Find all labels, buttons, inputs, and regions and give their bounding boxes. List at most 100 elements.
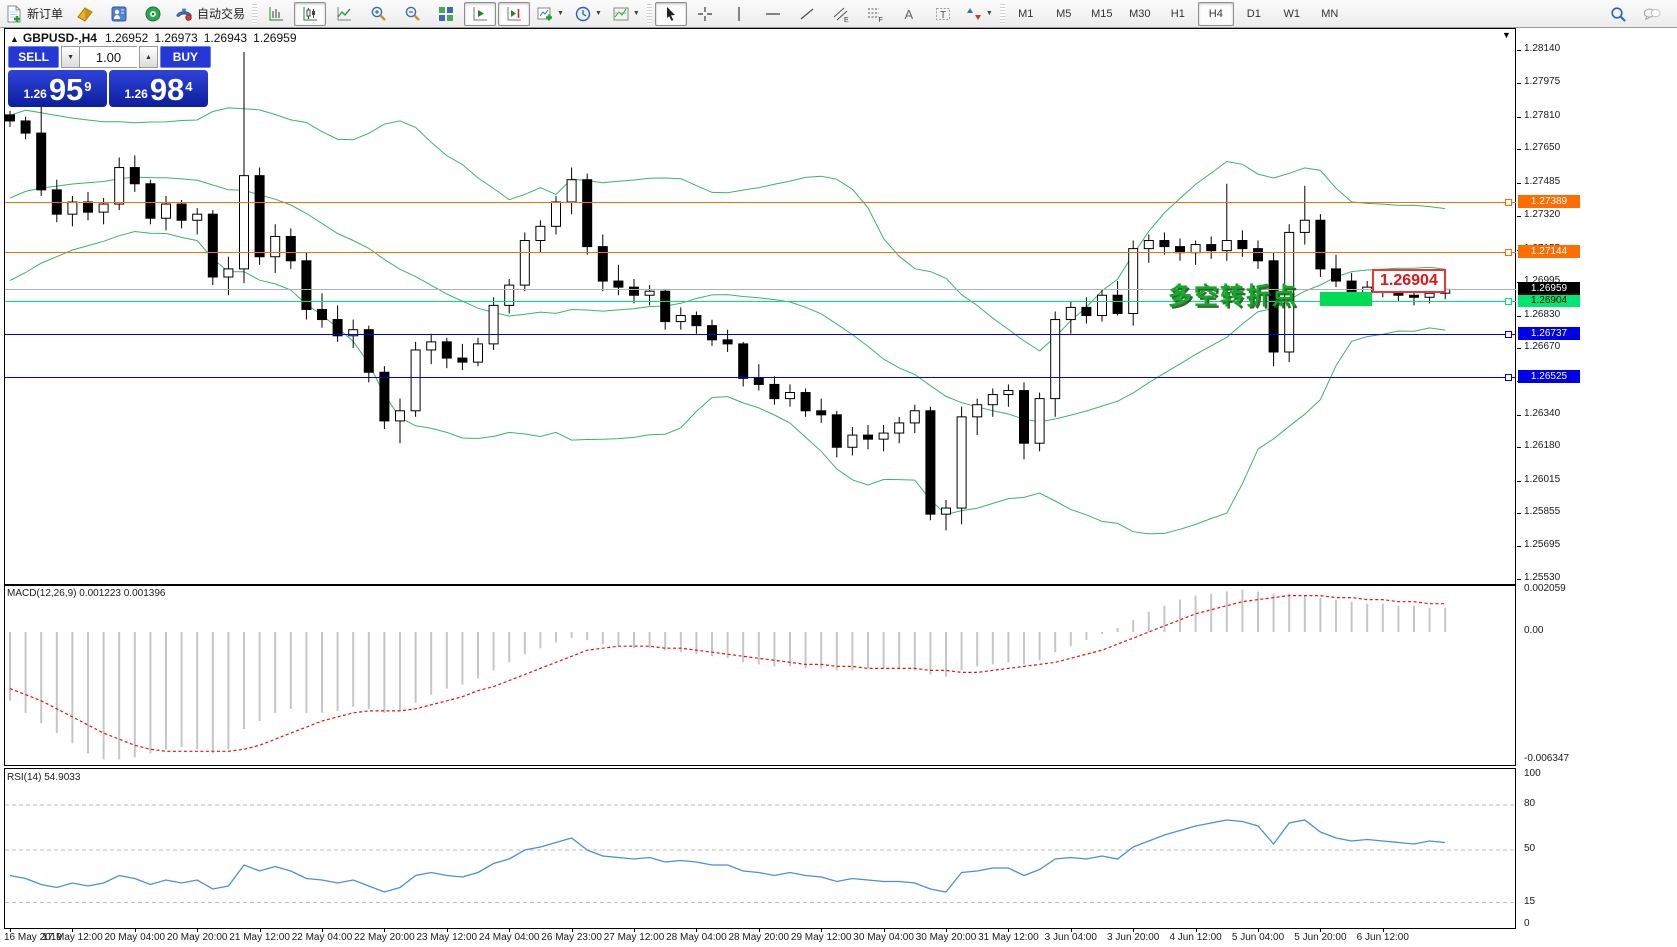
symbol-collapse-icon[interactable]: ▲	[10, 34, 19, 44]
tf-mn-label: MN	[1321, 8, 1338, 20]
vline-button[interactable]	[723, 2, 755, 26]
bar-chart-button[interactable]	[260, 2, 292, 26]
tf-mn[interactable]: MN	[1312, 2, 1348, 26]
time-axis-label: 30 May 20:00	[916, 932, 977, 943]
volume-input[interactable]: 1.00	[80, 46, 137, 68]
level-anchor-handle[interactable]	[1505, 331, 1512, 338]
chat-button[interactable]	[1636, 2, 1668, 26]
tf-h4[interactable]: H4	[1198, 2, 1234, 26]
price-tick	[1517, 348, 1521, 349]
crosshair-button[interactable]	[689, 2, 721, 26]
text-button[interactable]: A	[893, 2, 925, 26]
price-tick	[1517, 83, 1521, 84]
label-button[interactable]: T	[927, 2, 959, 26]
price-tick	[1517, 183, 1521, 184]
textT-icon: T	[934, 5, 952, 23]
buy-price-display[interactable]: 1.26984	[109, 70, 208, 107]
shapes-icon	[965, 5, 983, 23]
time-axis-label: 22 May 04:00	[292, 932, 353, 943]
price-tick-label: 1.27650	[1524, 142, 1560, 153]
price-tick-label: 1.26015	[1524, 474, 1560, 485]
level-anchor-handle[interactable]	[1505, 249, 1512, 256]
svg-text:A: A	[904, 7, 913, 22]
new-order-button[interactable]: 新订单	[1, 2, 67, 26]
tf-m30[interactable]: M30	[1122, 2, 1158, 26]
price-tick-label: 1.26340	[1524, 408, 1560, 419]
price-tick	[1517, 481, 1521, 482]
macd-axis-label: 0.00	[1524, 625, 1543, 636]
navigator-button[interactable]	[137, 2, 169, 26]
teal-disc-icon	[144, 5, 162, 23]
time-axis-label: 4 Jun 12:00	[1169, 932, 1221, 943]
fibonacci-button[interactable]: F	[859, 2, 891, 26]
tf-w1-label: W1	[1284, 8, 1301, 20]
shapes-button[interactable]: ▼	[961, 2, 997, 26]
level-anchor-handle[interactable]	[1505, 199, 1512, 206]
doc-plus-icon	[5, 5, 23, 23]
level-price-label: 1.26904	[1518, 294, 1580, 307]
textA-icon: A	[900, 5, 918, 23]
chart-shift-button[interactable]	[498, 2, 530, 26]
new-order-button-label: 新订单	[27, 5, 63, 22]
hline-button[interactable]	[757, 2, 789, 26]
macd-pane[interactable]	[0, 585, 1517, 766]
rsi-pane[interactable]	[0, 768, 1517, 929]
auto-trading-button[interactable]: 自动交易	[171, 2, 249, 26]
sell-price-display[interactable]: 1.26959	[8, 70, 107, 107]
axis-scale-marker-icon[interactable]: ▼	[1502, 30, 1511, 40]
time-axis[interactable]: 16 May 201917 May 12:0020 May 04:0020 Ma…	[0, 929, 1517, 947]
time-axis-label: 5 Jun 04:00	[1232, 932, 1284, 943]
level-anchor-handle[interactable]	[1505, 374, 1512, 381]
line-chart-button[interactable]	[328, 2, 360, 26]
templates-button[interactable]: ▼	[608, 2, 644, 26]
trendline-button[interactable]	[791, 2, 823, 26]
candle-chart-button[interactable]	[294, 2, 326, 26]
time-axis-label: 20 May 04:00	[104, 932, 165, 943]
auto-trading-button-label: 自动交易	[197, 5, 245, 22]
auto-scroll-button[interactable]	[464, 2, 496, 26]
time-axis-label: 3 Jun 04:00	[1045, 932, 1097, 943]
crosshair-icon	[696, 5, 714, 23]
blue-window-icon	[110, 5, 128, 23]
rsi-axis-label: 100	[1524, 768, 1541, 779]
zoom-out-button[interactable]	[396, 2, 428, 26]
cursor-button[interactable]	[655, 2, 687, 26]
tiles-icon	[437, 5, 455, 23]
svg-text:E: E	[844, 17, 849, 23]
tf-d1[interactable]: D1	[1236, 2, 1272, 26]
current-price-label: 1.26959	[1518, 282, 1580, 295]
data-window-button[interactable]	[103, 2, 135, 26]
sell-button[interactable]: SELL	[8, 46, 59, 68]
zoom-in-button[interactable]	[362, 2, 394, 26]
search-button[interactable]	[1602, 2, 1634, 26]
tf-h1[interactable]: H1	[1160, 2, 1196, 26]
time-axis-label: 30 May 04:00	[853, 932, 914, 943]
periods-button[interactable]: ▼	[570, 2, 606, 26]
volume-increase-button[interactable]: ▲	[139, 46, 158, 68]
price-tick	[1517, 50, 1521, 51]
tf-m5[interactable]: M5	[1046, 2, 1082, 26]
time-axis-label: 28 May 20:00	[728, 932, 789, 943]
level-anchor-handle[interactable]	[1505, 298, 1512, 305]
channel-button[interactable]: E	[825, 2, 857, 26]
price-tick	[1517, 216, 1521, 217]
indicators-button[interactable]: ▼	[532, 2, 568, 26]
tile-windows-button[interactable]	[430, 2, 462, 26]
tf-m1-label: M1	[1018, 8, 1033, 20]
volume-decrease-button[interactable]: ▼	[61, 46, 80, 68]
time-axis-label: 23 May 12:00	[416, 932, 477, 943]
price-axis[interactable]: 1.281401.279751.278101.276501.274851.273…	[1517, 28, 1677, 929]
buy-button[interactable]: BUY	[160, 46, 211, 68]
time-axis-label: 22 May 20:00	[354, 932, 415, 943]
market-watch-button[interactable]	[69, 2, 101, 26]
tf-m30-label: M30	[1129, 8, 1150, 20]
rsi-indicator-label: RSI(14) 54.9033	[7, 772, 80, 783]
time-axis-label: 6 Jun 12:00	[1357, 932, 1409, 943]
tf-m1[interactable]: M1	[1008, 2, 1044, 26]
tf-w1[interactable]: W1	[1274, 2, 1310, 26]
tf-m15[interactable]: M15	[1084, 2, 1120, 26]
price-tick-label: 1.25530	[1524, 572, 1560, 583]
ohlc-close: 1.26959	[253, 31, 296, 45]
channel-icon: E	[832, 5, 850, 23]
time-axis-label: 3 Jun 20:00	[1107, 932, 1159, 943]
